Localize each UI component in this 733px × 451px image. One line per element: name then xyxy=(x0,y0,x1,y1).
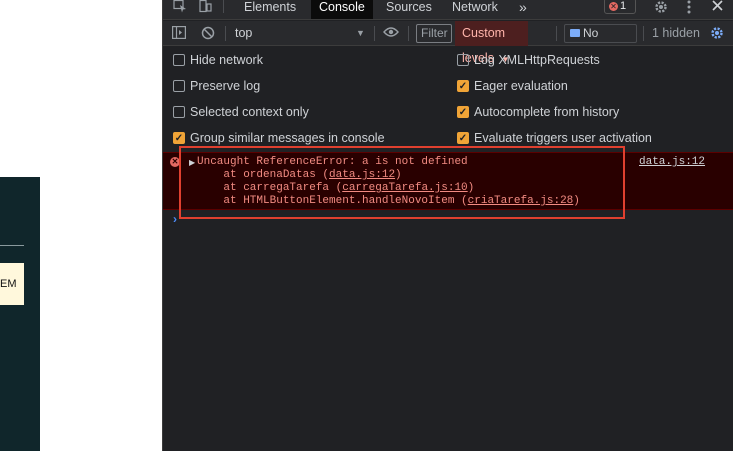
error-highlight-box xyxy=(179,146,625,219)
devtools-tabbar: Elements Console Sources Network » ✕ 1 xyxy=(163,0,733,20)
inspect-element-icon[interactable] xyxy=(172,0,188,14)
hidden-count: 1 hidden xyxy=(652,26,700,40)
checkbox-checked[interactable]: ✓ xyxy=(173,132,185,144)
tab-elements[interactable]: Elements xyxy=(236,0,304,19)
filter-input[interactable]: Filter xyxy=(416,24,452,43)
console-toolbar: top ▼ Filter Custom levels ▼ No Issues 1… xyxy=(163,21,733,65)
custom-levels-dropdown[interactable]: Custom levels ▼ xyxy=(455,21,528,65)
tab-sources[interactable]: Sources xyxy=(378,0,440,19)
issues-button[interactable]: No Issues xyxy=(564,24,637,43)
toolbar-separator xyxy=(643,26,644,41)
checkbox[interactable] xyxy=(173,80,185,92)
sidebar-toggle-icon[interactable] xyxy=(171,26,187,40)
page-button[interactable]: EM xyxy=(0,263,24,305)
toolbar-separator xyxy=(225,26,226,41)
chevron-down-icon[interactable]: ▼ xyxy=(356,21,365,46)
checkbox-checked[interactable]: ✓ xyxy=(457,106,469,118)
divider xyxy=(0,245,24,246)
settings-gear-icon[interactable] xyxy=(653,0,669,14)
option-label: Group similar messages in console xyxy=(190,131,385,145)
tab-console[interactable]: Console xyxy=(311,0,373,19)
checkbox[interactable] xyxy=(173,54,185,66)
live-expression-eye-icon[interactable] xyxy=(383,26,399,40)
error-icon: ✕ xyxy=(609,2,618,11)
devtools-panel: Elements Console Sources Network » ✕ 1 to… xyxy=(162,0,733,451)
error-count: 1 xyxy=(620,0,627,12)
more-tabs-button[interactable]: » xyxy=(511,0,535,19)
console-prompt-icon[interactable]: › xyxy=(173,212,177,226)
error-count-badge[interactable]: ✕ 1 xyxy=(604,0,636,14)
tab-network[interactable]: Network xyxy=(444,0,506,19)
option-label: Log XMLHttpRequests xyxy=(474,53,600,67)
kebab-menu-icon[interactable] xyxy=(681,0,697,14)
option-label: Preserve log xyxy=(190,79,261,93)
toolbar-separator xyxy=(374,26,375,41)
device-toolbar-icon[interactable] xyxy=(197,0,213,14)
error-source-link[interactable]: data.js:12 xyxy=(639,156,705,169)
option-label: Hide network xyxy=(190,53,263,67)
toolbar-separator xyxy=(408,26,409,41)
toolbar-separator xyxy=(556,26,557,41)
option-label: Eager evaluation xyxy=(474,79,568,93)
tab-separator xyxy=(223,0,224,13)
close-icon[interactable] xyxy=(709,0,725,14)
context-selector[interactable]: top xyxy=(235,21,252,46)
clear-console-icon[interactable] xyxy=(200,26,216,40)
issues-chat-icon xyxy=(570,29,580,37)
option-label: Autocomplete from history xyxy=(474,105,620,119)
checkbox-checked[interactable]: ✓ xyxy=(457,80,469,92)
option-label: Selected context only xyxy=(190,105,309,119)
checkbox[interactable] xyxy=(173,106,185,118)
checkbox[interactable] xyxy=(457,54,469,66)
console-settings-gear-icon[interactable] xyxy=(709,26,725,40)
dark-panel xyxy=(0,177,40,451)
option-label: Evaluate triggers user activation xyxy=(474,131,652,145)
checkbox-checked[interactable]: ✓ xyxy=(457,132,469,144)
